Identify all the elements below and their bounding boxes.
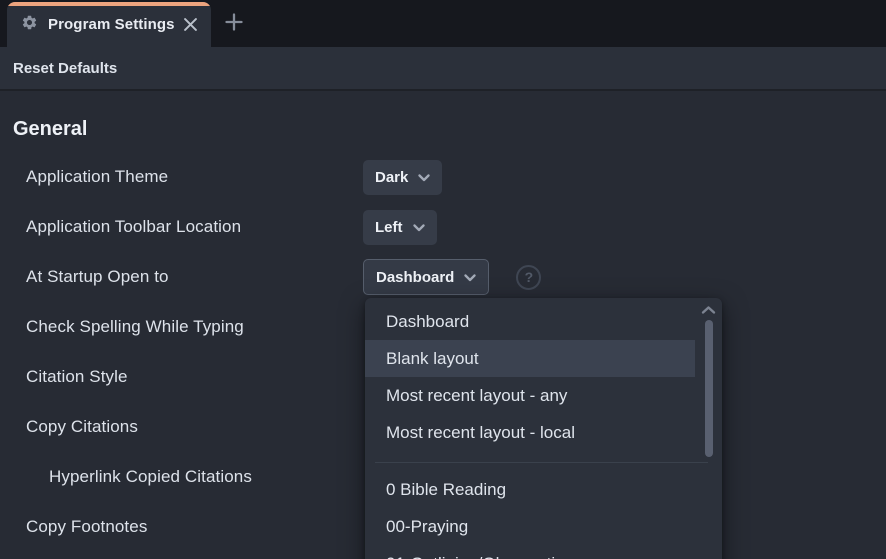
startup-open-to-select[interactable]: Dashboard (363, 259, 490, 295)
row-application-theme: Application Theme Dark (0, 152, 886, 202)
setting-label: Check Spelling While Typing (26, 317, 244, 336)
reset-defaults-button[interactable]: Reset Defaults (13, 60, 117, 77)
close-icon[interactable] (180, 15, 200, 35)
gear-icon (21, 14, 38, 36)
tab-bar: Program Settings (0, 0, 886, 47)
tab-program-settings[interactable]: Program Settings (7, 2, 211, 47)
new-tab-button[interactable] (211, 2, 257, 47)
menu-item-most-recent-local[interactable]: Most recent layout - local (365, 414, 695, 451)
menu-item-00-praying[interactable]: 00-Praying (365, 508, 695, 545)
select-value: Left (375, 218, 403, 236)
tab-title: Program Settings (48, 16, 175, 33)
setting-label: Application Theme (26, 167, 169, 186)
active-tab-accent (7, 2, 211, 6)
section-title-general: General (13, 118, 88, 140)
program-settings-window: Program Settings Reset Defaults General … (0, 0, 886, 559)
select-value: Dark (375, 168, 409, 186)
application-theme-select[interactable]: Dark (363, 159, 443, 195)
chevron-down-icon (418, 169, 431, 186)
select-value: Dashboard (376, 268, 455, 286)
setting-label: Hyperlink Copied Citations (49, 467, 252, 486)
setting-label: At Startup Open to (26, 267, 169, 286)
menu-scrollbar-thumb[interactable] (705, 320, 713, 457)
plus-icon (224, 12, 244, 37)
row-application-toolbar-location: Application Toolbar Location Left (0, 202, 886, 252)
setting-label: Copy Footnotes (26, 517, 148, 536)
settings-toolbar: Reset Defaults (0, 47, 886, 91)
chevron-up-icon[interactable] (699, 302, 717, 318)
menu-divider (375, 462, 708, 463)
toolbar-location-select[interactable]: Left (363, 209, 437, 245)
startup-open-to-menu: Dashboard Blank layout Most recent layou… (365, 298, 722, 559)
question-icon[interactable]: ? (516, 264, 542, 290)
setting-label: Citation Style (26, 367, 128, 386)
setting-label: Application Toolbar Location (26, 217, 242, 236)
row-startup-open-to: At Startup Open to Dashboard ? (0, 252, 886, 302)
chevron-down-icon (412, 219, 425, 236)
menu-item-most-recent-any[interactable]: Most recent layout - any (365, 377, 695, 414)
menu-item-dashboard[interactable]: Dashboard (365, 303, 695, 340)
menu-item-blank-layout[interactable]: Blank layout (365, 340, 695, 377)
chevron-down-icon (464, 269, 477, 286)
setting-label: Copy Citations (26, 417, 138, 436)
menu-item-01-outlining[interactable]: 01-Outlining/Observation (365, 545, 695, 559)
menu-item-0-bible-reading[interactable]: 0 Bible Reading (365, 471, 695, 508)
